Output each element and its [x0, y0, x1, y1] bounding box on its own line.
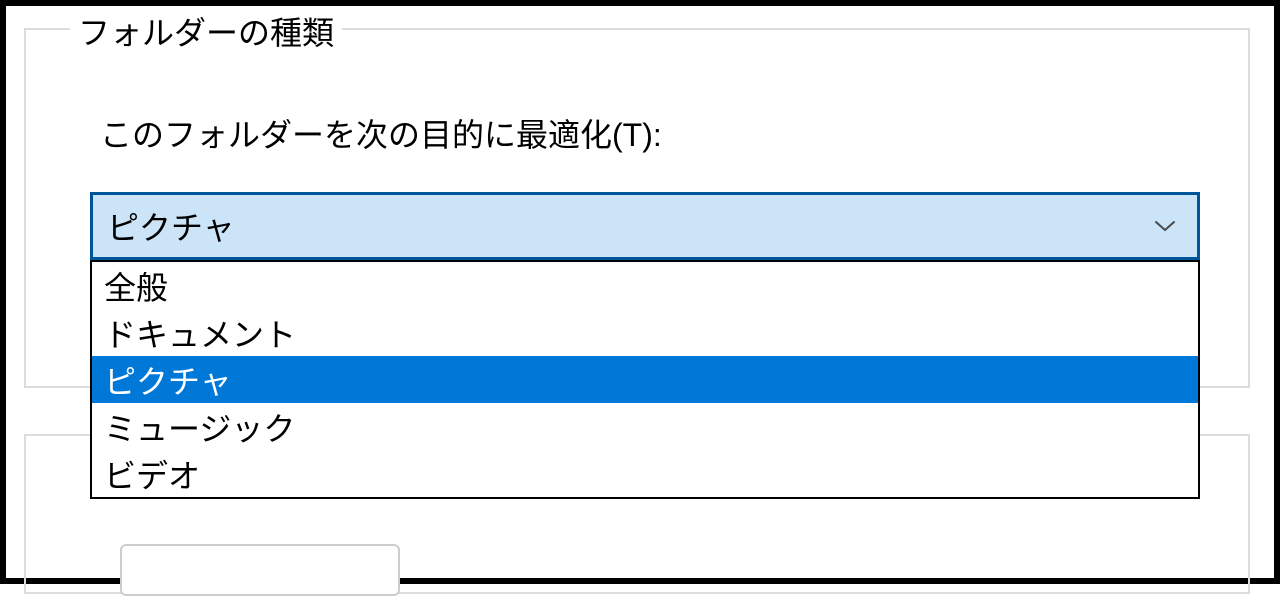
folder-type-dropdown-selected[interactable]: ピクチャ	[90, 192, 1200, 260]
folder-type-legend: フォルダーの種類	[70, 8, 342, 54]
folder-type-dropdown-value: ピクチャ	[107, 203, 235, 249]
folder-type-dropdown: ピクチャ 全般 ドキュメント ピクチャ ミュージック ビデオ	[90, 192, 1200, 260]
optimize-prompt-label: このフォルダーを次の目的に最適化(T):	[100, 110, 662, 156]
dropdown-item[interactable]: ミュージック	[92, 403, 1198, 450]
dropdown-item[interactable]: ドキュメント	[92, 309, 1198, 356]
dropdown-item[interactable]: ビデオ	[92, 450, 1198, 497]
chevron-down-icon	[1153, 214, 1177, 238]
choose-file-button[interactable]	[120, 544, 400, 596]
dropdown-item[interactable]: ピクチャ	[92, 356, 1198, 403]
folder-type-dropdown-list: 全般 ドキュメント ピクチャ ミュージック ビデオ	[90, 260, 1200, 499]
dropdown-item[interactable]: 全般	[92, 262, 1198, 309]
